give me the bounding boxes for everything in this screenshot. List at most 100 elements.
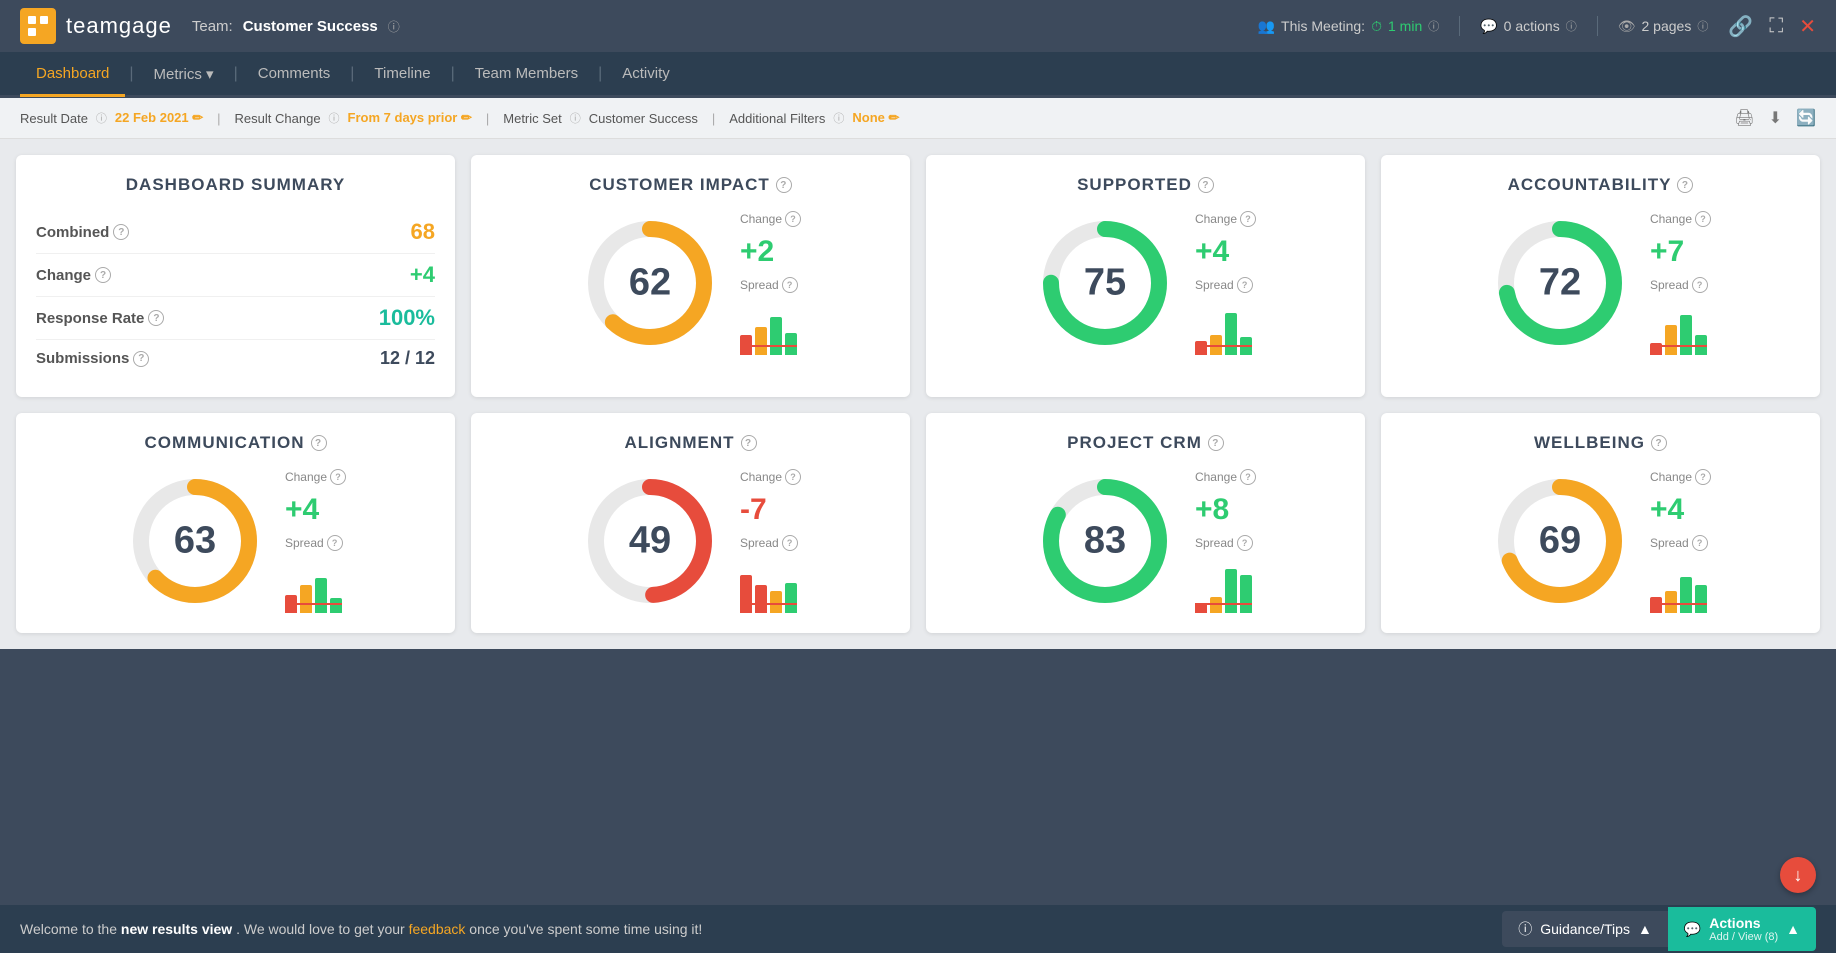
spread-bar <box>1665 325 1677 355</box>
meeting-label: This Meeting: <box>1281 18 1365 34</box>
metric-help-icon[interactable]: ? <box>1651 435 1667 451</box>
spread-bar <box>1650 597 1662 613</box>
spread-help-icon[interactable]: ? <box>782 535 798 551</box>
metric-stats: Change ? +4 Spread ? <box>1650 469 1711 613</box>
metric-card-accountability: ACCOUNTABILITY ? 72 Change ? +7 Spread ? <box>1381 155 1820 397</box>
pages-icon: 👁 <box>1618 18 1636 35</box>
change-label: Change ? <box>1195 469 1256 485</box>
submissions-label: Submissions ? <box>36 350 149 367</box>
result-change-value[interactable]: From 7 days prior ✏ <box>348 110 472 126</box>
spread-bar <box>1650 343 1662 355</box>
spread-bar <box>1195 341 1207 355</box>
metric-help-icon[interactable]: ? <box>1198 177 1214 193</box>
spread-bar <box>1210 597 1222 613</box>
refresh-icon[interactable]: 🔄 <box>1796 108 1816 128</box>
combined-help[interactable]: ? <box>113 224 129 240</box>
logo-area: teamgage Team: Customer Success ⓘ <box>20 8 400 44</box>
response-value: 100% <box>379 305 435 331</box>
change-value: +7 <box>1650 235 1684 269</box>
metric-help-icon[interactable]: ? <box>741 435 757 451</box>
spread-label: Spread ? <box>740 277 798 293</box>
nav-team-members[interactable]: Team Members <box>459 53 594 97</box>
link-icon[interactable]: 🔗 <box>1728 14 1753 39</box>
change-help-icon[interactable]: ? <box>785 211 801 227</box>
metric-card-alignment: ALIGNMENT ? 49 Change ? -7 Spread ? <box>471 413 910 633</box>
combined-label: Combined ? <box>36 224 129 241</box>
spread-bar <box>1210 335 1222 355</box>
metric-card-wellbeing: WELLBEING ? 69 Change ? +4 Spread ? <box>1381 413 1820 633</box>
expand-icon[interactable]: ⛶ <box>1769 15 1783 38</box>
result-date-value[interactable]: 22 Feb 2021 ✏ <box>115 110 203 126</box>
submissions-help[interactable]: ? <box>133 351 149 367</box>
print-icon[interactable]: 🖨 <box>1734 108 1754 128</box>
change-help-icon[interactable]: ? <box>1240 211 1256 227</box>
actions-main-label: Actions <box>1709 915 1760 931</box>
spread-label: Spread ? <box>1650 535 1708 551</box>
spread-label: Spread ? <box>285 535 343 551</box>
filter-help-3: ⓘ <box>570 110 581 126</box>
team-label: Team: <box>192 18 233 35</box>
summary-title: DASHBOARD SUMMARY <box>36 175 435 195</box>
spread-help-icon[interactable]: ? <box>1692 535 1708 551</box>
donut-score: 62 <box>629 262 671 305</box>
donut-score: 75 <box>1084 262 1126 305</box>
metric-help-icon[interactable]: ? <box>311 435 327 451</box>
feedback-link[interactable]: feedback <box>409 921 466 937</box>
nav-team-members-label: Team Members <box>475 65 578 82</box>
change-value: +2 <box>740 235 774 269</box>
spread-help-icon[interactable]: ? <box>327 535 343 551</box>
change-help-icon[interactable]: ? <box>1240 469 1256 485</box>
nav-activity-label: Activity <box>622 65 670 82</box>
spread-bar <box>1240 337 1252 355</box>
spread-help-icon[interactable]: ? <box>1692 277 1708 293</box>
response-help[interactable]: ? <box>148 310 164 326</box>
summary-row-change: Change ? +4 <box>36 254 435 297</box>
change-value: +4 <box>285 493 319 527</box>
metric-body: 69 Change ? +4 Spread ? <box>1401 469 1800 613</box>
actions-sub-label: Add / View (8) <box>1709 931 1778 943</box>
change-help[interactable]: ? <box>95 267 111 283</box>
spread-help-icon[interactable]: ? <box>1237 277 1253 293</box>
metric-body: 75 Change ? +4 Spread ? <box>946 211 1345 355</box>
nav-comments[interactable]: Comments <box>242 53 347 97</box>
spread-help-icon[interactable]: ? <box>782 277 798 293</box>
additional-filters-value[interactable]: None ✏ <box>852 110 899 126</box>
pages-count: 2 pages <box>1642 18 1692 34</box>
nav-dashboard[interactable]: Dashboard <box>20 53 125 97</box>
donut-wrap: 62 <box>580 213 720 353</box>
summary-row-submissions: Submissions ? 12 / 12 <box>36 340 435 377</box>
change-help-icon[interactable]: ? <box>1695 469 1711 485</box>
metric-help-icon[interactable]: ? <box>1208 435 1224 451</box>
spread-help-icon[interactable]: ? <box>1237 535 1253 551</box>
clock-icon: ⏱ <box>1371 18 1382 35</box>
change-help-icon[interactable]: ? <box>330 469 346 485</box>
download-icon[interactable]: ⬇ <box>1769 108 1782 128</box>
guidance-button[interactable]: ⓘ Guidance/Tips ▲ <box>1502 911 1668 947</box>
metric-help-icon[interactable]: ? <box>1677 177 1693 193</box>
metric-help-icon[interactable]: ? <box>776 177 792 193</box>
footer-message: Welcome to the new results view . We wou… <box>20 921 702 937</box>
spread-label: Spread ? <box>1650 277 1708 293</box>
spread-label: Spread ? <box>740 535 798 551</box>
result-date-label: Result Date <box>20 111 88 126</box>
change-help-icon[interactable]: ? <box>785 469 801 485</box>
close-icon[interactable]: ✕ <box>1799 14 1816 39</box>
nav-metrics[interactable]: Metrics ▾ <box>138 53 230 98</box>
spread-bars <box>1650 563 1707 613</box>
nav-div4: | <box>451 65 455 83</box>
response-label: Response Rate ? <box>36 310 164 327</box>
scroll-down-button[interactable]: ↓ <box>1780 857 1816 893</box>
spread-bar <box>770 591 782 613</box>
summary-row-response: Response Rate ? 100% <box>36 297 435 340</box>
nav-activity[interactable]: Activity <box>606 53 686 97</box>
spread-bar <box>1225 569 1237 613</box>
change-label: Change ? <box>36 267 111 284</box>
spread-bar <box>740 335 752 355</box>
spread-bar <box>330 598 342 613</box>
nav-timeline[interactable]: Timeline <box>358 53 446 97</box>
metric-body: 72 Change ? +7 Spread ? <box>1401 211 1800 355</box>
donut-score: 83 <box>1084 520 1126 563</box>
actions-button[interactable]: 💬 Actions Add / View (8) ▲ <box>1668 907 1816 951</box>
spread-bars <box>285 563 342 613</box>
change-help-icon[interactable]: ? <box>1695 211 1711 227</box>
